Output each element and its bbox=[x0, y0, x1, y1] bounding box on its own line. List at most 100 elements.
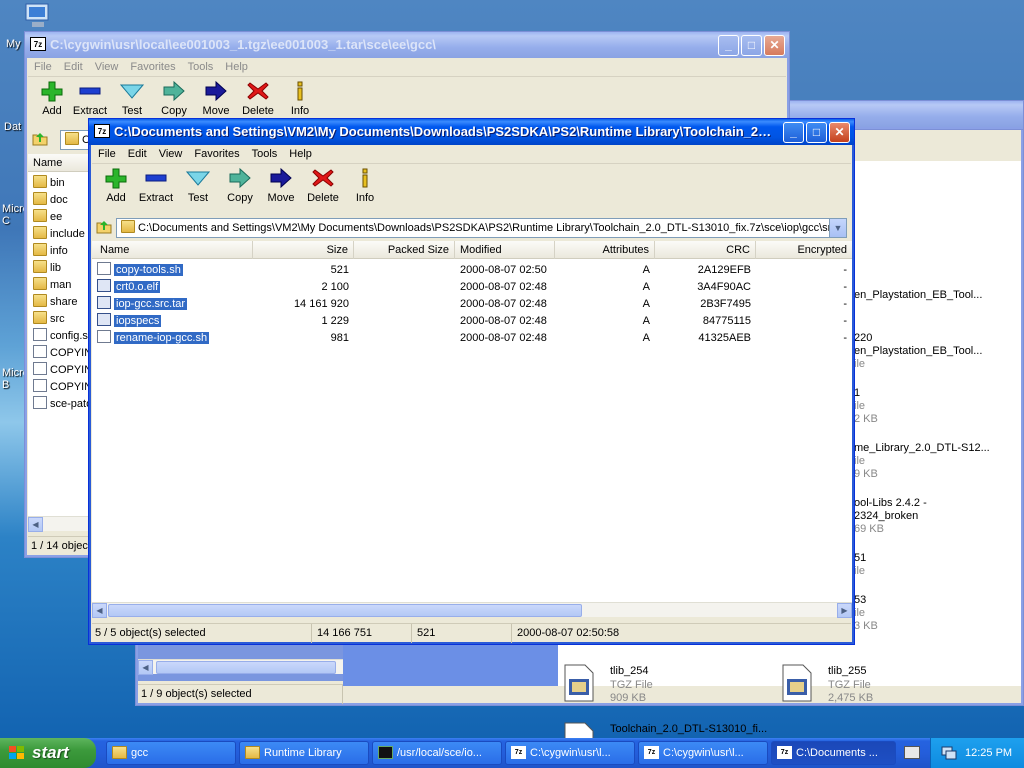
menu-favorites[interactable]: Favorites bbox=[188, 146, 245, 162]
menu-tools[interactable]: Tools bbox=[182, 59, 220, 75]
scroll-left-icon[interactable]: ◀ bbox=[138, 660, 153, 675]
clock[interactable]: 12:25 PM bbox=[965, 738, 1012, 768]
back-titlebar[interactable]: 7z C:\cygwin\usr\local\ee001003_1.tgz\ee… bbox=[25, 32, 789, 58]
bg-file-labels: en_Playstation_EB_Tool... 220 en_Playsta… bbox=[854, 289, 1014, 633]
list-item[interactable]: share bbox=[33, 294, 78, 311]
test-icon bbox=[120, 84, 144, 99]
table-row[interactable]: rename-iop-gcc.sh 981 2000-08-07 02:48 A… bbox=[92, 330, 852, 347]
add-button[interactable]: Add bbox=[32, 80, 72, 117]
menu-view[interactable]: View bbox=[153, 146, 189, 162]
start-button[interactable]: start bbox=[0, 738, 96, 768]
bg-file-name: 53 bbox=[854, 594, 867, 606]
menu-help[interactable]: Help bbox=[219, 59, 254, 75]
column-size[interactable]: Size bbox=[253, 241, 354, 259]
list-item[interactable]: info bbox=[33, 243, 68, 260]
up-folder-icon[interactable] bbox=[31, 131, 49, 149]
bg-file-tlib-255[interactable]: tlib_255 TGZ File 2,475 KB bbox=[779, 663, 979, 707]
status-size: 14 166 751 bbox=[314, 624, 412, 643]
desktop-label-micro-b: Micro B bbox=[2, 367, 29, 391]
file-icon bbox=[97, 296, 111, 309]
close-button[interactable]: ✕ bbox=[829, 122, 850, 143]
task-documents[interactable]: 7z C:\Documents ... bbox=[771, 741, 896, 765]
menu-tools[interactable]: Tools bbox=[246, 146, 284, 162]
info-button[interactable]: Info bbox=[345, 167, 385, 204]
move-button[interactable]: Move bbox=[261, 167, 301, 204]
menu-file[interactable]: File bbox=[28, 59, 58, 75]
file-icon bbox=[97, 313, 111, 326]
menu-edit[interactable]: Edit bbox=[58, 59, 89, 75]
file-icon bbox=[33, 379, 47, 392]
address-dropdown-icon[interactable]: ▼ bbox=[829, 219, 846, 237]
menu-edit[interactable]: Edit bbox=[122, 146, 153, 162]
bg-horizontal-scrollbar[interactable]: ◀ bbox=[138, 659, 343, 675]
table-row[interactable]: iopspecs 1 229 2000-08-07 02:48 A 847751… bbox=[92, 313, 852, 330]
keyboard-icon[interactable] bbox=[904, 746, 920, 759]
front-address-field[interactable]: C:\Documents and Settings\VM2\My Documen… bbox=[116, 218, 847, 238]
scroll-thumb[interactable] bbox=[108, 604, 582, 617]
list-item[interactable]: sce-pato bbox=[33, 396, 90, 413]
bg-file-type: ile bbox=[854, 565, 866, 577]
close-button[interactable]: ✕ bbox=[764, 35, 785, 56]
bg-file-tlib-254[interactable]: tlib_254 TGZ File 909 KB bbox=[561, 663, 761, 707]
list-item[interactable]: bin bbox=[33, 175, 65, 192]
scroll-left-icon[interactable]: ◀ bbox=[28, 517, 43, 532]
network-icon[interactable] bbox=[941, 746, 957, 760]
menu-favorites[interactable]: Favorites bbox=[124, 59, 181, 75]
column-modified[interactable]: Modified bbox=[455, 241, 555, 259]
scroll-thumb[interactable] bbox=[156, 661, 336, 674]
list-item[interactable]: ee bbox=[33, 209, 62, 226]
maximize-button[interactable]: □ bbox=[806, 122, 827, 143]
front-titlebar[interactable]: 7z C:\Documents and Settings\VM2\My Docu… bbox=[89, 119, 854, 145]
column-packed-size[interactable]: Packed Size bbox=[354, 241, 455, 259]
delete-button[interactable]: Delete bbox=[238, 80, 278, 117]
list-item[interactable]: doc bbox=[33, 192, 68, 209]
table-row[interactable]: copy-tools.sh 521 2000-08-07 02:50 A 2A1… bbox=[92, 262, 852, 279]
copy-button[interactable]: Copy bbox=[220, 167, 260, 204]
add-button[interactable]: Add bbox=[96, 167, 136, 204]
column-name[interactable]: Name bbox=[28, 154, 90, 172]
task-runtime-library[interactable]: Runtime Library bbox=[239, 741, 369, 765]
bg-file-name: 1 bbox=[854, 387, 861, 399]
info-button[interactable]: Info bbox=[280, 80, 320, 117]
list-item[interactable]: config.s bbox=[33, 328, 88, 345]
up-folder-icon[interactable] bbox=[95, 219, 113, 237]
minimize-button[interactable]: _ bbox=[718, 35, 739, 56]
table-row[interactable]: iop-gcc.src.tar 14 161 920 2000-08-07 02… bbox=[92, 296, 852, 313]
delete-button[interactable]: Delete bbox=[303, 167, 343, 204]
archive-window-front[interactable]: 7z C:\Documents and Settings\VM2\My Docu… bbox=[88, 118, 855, 645]
move-button[interactable]: Move bbox=[196, 80, 236, 117]
scroll-left-icon[interactable]: ◀ bbox=[92, 603, 107, 618]
list-item[interactable]: src bbox=[33, 311, 65, 328]
task-terminal[interactable]: /usr/local/sce/io... bbox=[372, 741, 502, 765]
list-item[interactable]: COPYIN bbox=[33, 345, 90, 362]
test-button[interactable]: Test bbox=[112, 80, 152, 117]
copy-button[interactable]: Copy bbox=[154, 80, 194, 117]
menu-view[interactable]: View bbox=[89, 59, 125, 75]
table-row[interactable]: crt0.o.elf 2 100 2000-08-07 02:48 A 3A4F… bbox=[92, 279, 852, 296]
minimize-button[interactable]: _ bbox=[783, 122, 804, 143]
list-item[interactable]: COPYIN bbox=[33, 379, 90, 396]
menu-help[interactable]: Help bbox=[283, 146, 318, 162]
list-item[interactable]: man bbox=[33, 277, 71, 294]
back-horizontal-scrollbar[interactable]: ◀ bbox=[28, 516, 90, 532]
bg-file-name: 2324_broken bbox=[854, 510, 919, 522]
column-crc[interactable]: CRC bbox=[655, 241, 756, 259]
column-encrypted[interactable]: Encrypted bbox=[756, 241, 852, 259]
task-cygwin-2[interactable]: 7z C:\cygwin\usr\l... bbox=[638, 741, 768, 765]
menu-file[interactable]: File bbox=[92, 146, 122, 162]
task-gcc[interactable]: gcc bbox=[106, 741, 236, 765]
test-button[interactable]: Test bbox=[178, 167, 218, 204]
extract-button[interactable]: Extract bbox=[70, 80, 110, 117]
column-name[interactable]: Name bbox=[92, 241, 253, 259]
column-attributes[interactable]: Attributes bbox=[555, 241, 655, 259]
front-window-title: C:\Documents and Settings\VM2\My Documen… bbox=[114, 124, 774, 139]
list-item[interactable]: COPYIN bbox=[33, 362, 90, 379]
list-item[interactable]: lib bbox=[33, 260, 61, 277]
list-item[interactable]: include bbox=[33, 226, 85, 243]
front-horizontal-scrollbar[interactable]: ◀ ▶ bbox=[92, 602, 852, 618]
maximize-button[interactable]: □ bbox=[741, 35, 762, 56]
extract-button[interactable]: Extract bbox=[136, 167, 176, 204]
my-computer-icon[interactable] bbox=[22, 2, 54, 30]
scroll-right-icon[interactable]: ▶ bbox=[837, 603, 852, 618]
task-cygwin-1[interactable]: 7z C:\cygwin\usr\l... bbox=[505, 741, 635, 765]
